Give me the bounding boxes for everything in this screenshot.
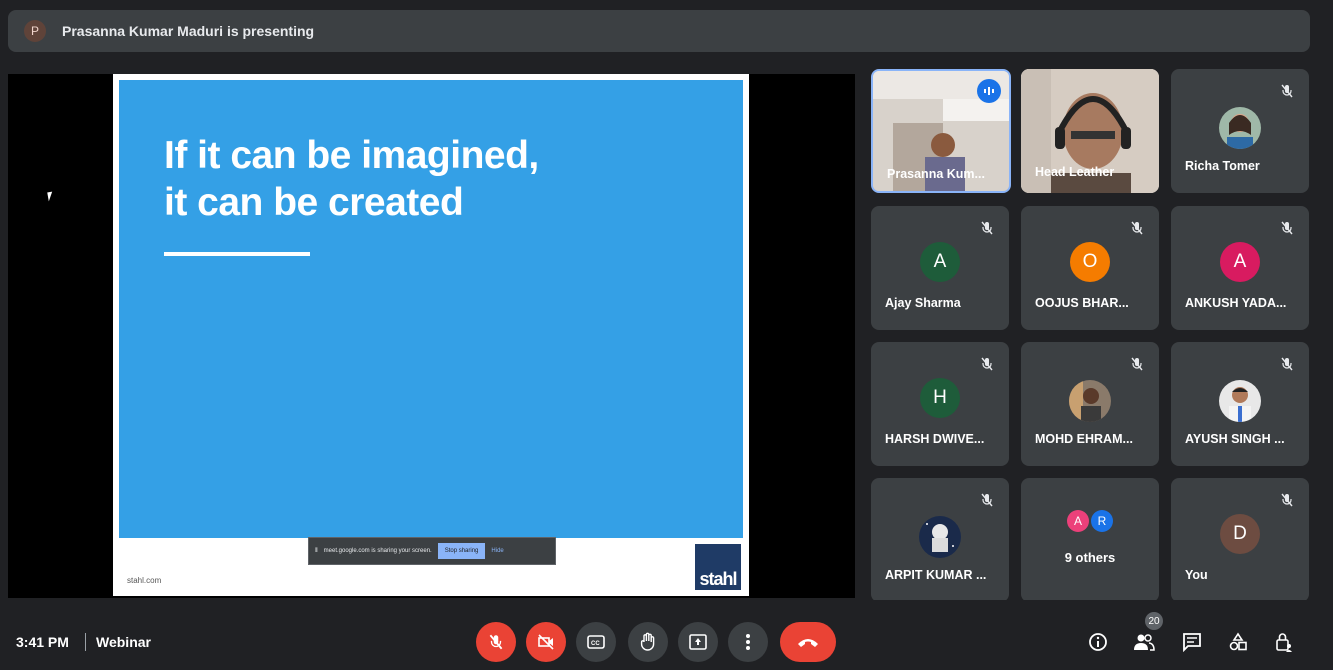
others-avatar: A xyxy=(1067,510,1089,532)
phone-hangup-icon xyxy=(798,639,818,647)
participant-photo xyxy=(1069,380,1111,422)
speaking-indicator-icon xyxy=(977,79,1001,103)
hide-banner-button[interactable]: Hide xyxy=(491,548,503,554)
presenting-bar: P Prasanna Kumar Maduri is presenting xyxy=(8,10,1310,52)
drag-handle-icon[interactable]: ⦀ xyxy=(315,548,318,555)
participant-photo xyxy=(1219,380,1261,422)
participant-avatar: A xyxy=(920,242,960,282)
participant-name: AYUSH SINGH ... xyxy=(1185,432,1285,446)
participant-tile[interactable]: ARPIT KUMAR ... xyxy=(871,478,1009,602)
raise-hand-button[interactable] xyxy=(628,622,668,662)
people-icon xyxy=(1134,634,1155,651)
present-screen-button[interactable] xyxy=(678,622,718,662)
slide-title-line1: If it can be imagined, xyxy=(164,134,539,177)
participant-tile[interactable]: A Ajay Sharma xyxy=(871,206,1009,330)
stahl-logo: stahl xyxy=(695,544,741,590)
stop-sharing-button[interactable]: Stop sharing xyxy=(437,543,486,559)
participant-name: ANKUSH YADA... xyxy=(1185,296,1287,310)
mic-off-icon xyxy=(981,221,993,235)
presenter-avatar: P xyxy=(24,20,46,42)
lock-person-icon xyxy=(1276,633,1292,652)
slide-footer-url: stahl.com xyxy=(127,576,162,585)
participant-avatar: A xyxy=(1220,242,1260,282)
participant-name: Ajay Sharma xyxy=(885,296,961,310)
participant-avatar: D xyxy=(1220,514,1260,554)
participant-tile[interactable]: AYUSH SINGH ... xyxy=(1171,342,1309,466)
participant-name: ARPIT KUMAR ... xyxy=(885,568,987,582)
mic-off-icon xyxy=(1281,493,1293,507)
slide-underline xyxy=(164,252,310,256)
more-vertical-icon xyxy=(746,634,750,650)
present-screen-icon xyxy=(689,634,707,650)
participant-tile[interactable]: Richa Tomer xyxy=(1171,69,1309,193)
participant-tile[interactable]: O OOJUS BHAR... xyxy=(1021,206,1159,330)
share-message: meet.google.com is sharing your screen. xyxy=(323,548,432,554)
slide-title-line2: it can be created xyxy=(164,181,464,224)
leave-call-button[interactable] xyxy=(780,622,836,662)
participant-avatar: H xyxy=(920,378,960,418)
participant-tile[interactable]: H HARSH DWIVE... xyxy=(871,342,1009,466)
slide-title: If it can be imagined, it can be created xyxy=(164,132,539,226)
shared-slide: If it can be imagined, it can be created… xyxy=(113,74,749,596)
presenting-label: Prasanna Kumar Maduri is presenting xyxy=(62,23,315,39)
more-options-button[interactable] xyxy=(728,622,768,662)
mic-off-icon xyxy=(1281,221,1293,235)
mic-off-icon xyxy=(981,357,993,371)
chat-icon xyxy=(1183,633,1201,652)
participant-name: HARSH DWIVE... xyxy=(885,432,985,446)
chat-button[interactable] xyxy=(1180,630,1204,654)
mic-off-icon xyxy=(1281,84,1293,98)
participant-tile[interactable]: Head Leather xyxy=(1021,69,1159,193)
participant-tile[interactable]: Prasanna Kum... xyxy=(871,69,1011,193)
activities-icon xyxy=(1229,632,1247,651)
screen-share-banner: ⦀ meet.google.com is sharing your screen… xyxy=(308,537,556,565)
svg-text:CC: CC xyxy=(591,641,600,647)
participant-count-badge: 20 xyxy=(1145,612,1163,630)
captions-button[interactable]: CC xyxy=(576,622,616,662)
meeting-name: Webinar xyxy=(96,634,151,650)
participant-name: OOJUS BHAR... xyxy=(1035,296,1129,310)
divider xyxy=(85,633,86,651)
mic-off-icon xyxy=(1281,357,1293,371)
participant-name: MOHD EHRAM... xyxy=(1035,432,1133,446)
participant-tile[interactable]: A ANKUSH YADA... xyxy=(1171,206,1309,330)
host-controls-button[interactable] xyxy=(1272,630,1296,654)
slide-blue-panel: If it can be imagined, it can be created xyxy=(119,80,743,538)
raise-hand-icon xyxy=(640,632,655,651)
participant-photo xyxy=(919,516,961,558)
mic-off-icon xyxy=(489,634,503,650)
participant-name: Head Leather xyxy=(1035,165,1115,179)
others-avatar: R xyxy=(1091,510,1113,532)
participant-photo xyxy=(1219,107,1261,149)
camera-toggle-button[interactable] xyxy=(526,622,566,662)
mic-off-icon xyxy=(981,493,993,507)
info-icon xyxy=(1089,633,1107,651)
participant-avatar: O xyxy=(1070,242,1110,282)
mic-off-icon xyxy=(1131,357,1143,371)
current-time: 3:41 PM xyxy=(16,634,69,650)
mic-toggle-button[interactable] xyxy=(476,622,516,662)
camera-off-icon xyxy=(538,634,554,650)
activities-button[interactable] xyxy=(1226,630,1250,654)
participant-name: Richa Tomer xyxy=(1185,159,1260,173)
closed-captions-icon: CC xyxy=(587,635,605,649)
others-count: 9 others xyxy=(1064,550,1116,565)
bottom-control-bar: 3:41 PM Webinar CC xyxy=(0,600,1333,670)
participant-name: Prasanna Kum... xyxy=(887,167,985,181)
meeting-details-button[interactable] xyxy=(1086,630,1110,654)
participants-button[interactable] xyxy=(1132,630,1156,654)
participant-name: You xyxy=(1185,568,1208,582)
mic-off-icon xyxy=(1131,221,1143,235)
participant-tile[interactable]: MOHD EHRAM... xyxy=(1021,342,1159,466)
others-tile[interactable]: A R 9 others xyxy=(1021,478,1159,602)
participant-tile-self[interactable]: D You xyxy=(1171,478,1309,602)
